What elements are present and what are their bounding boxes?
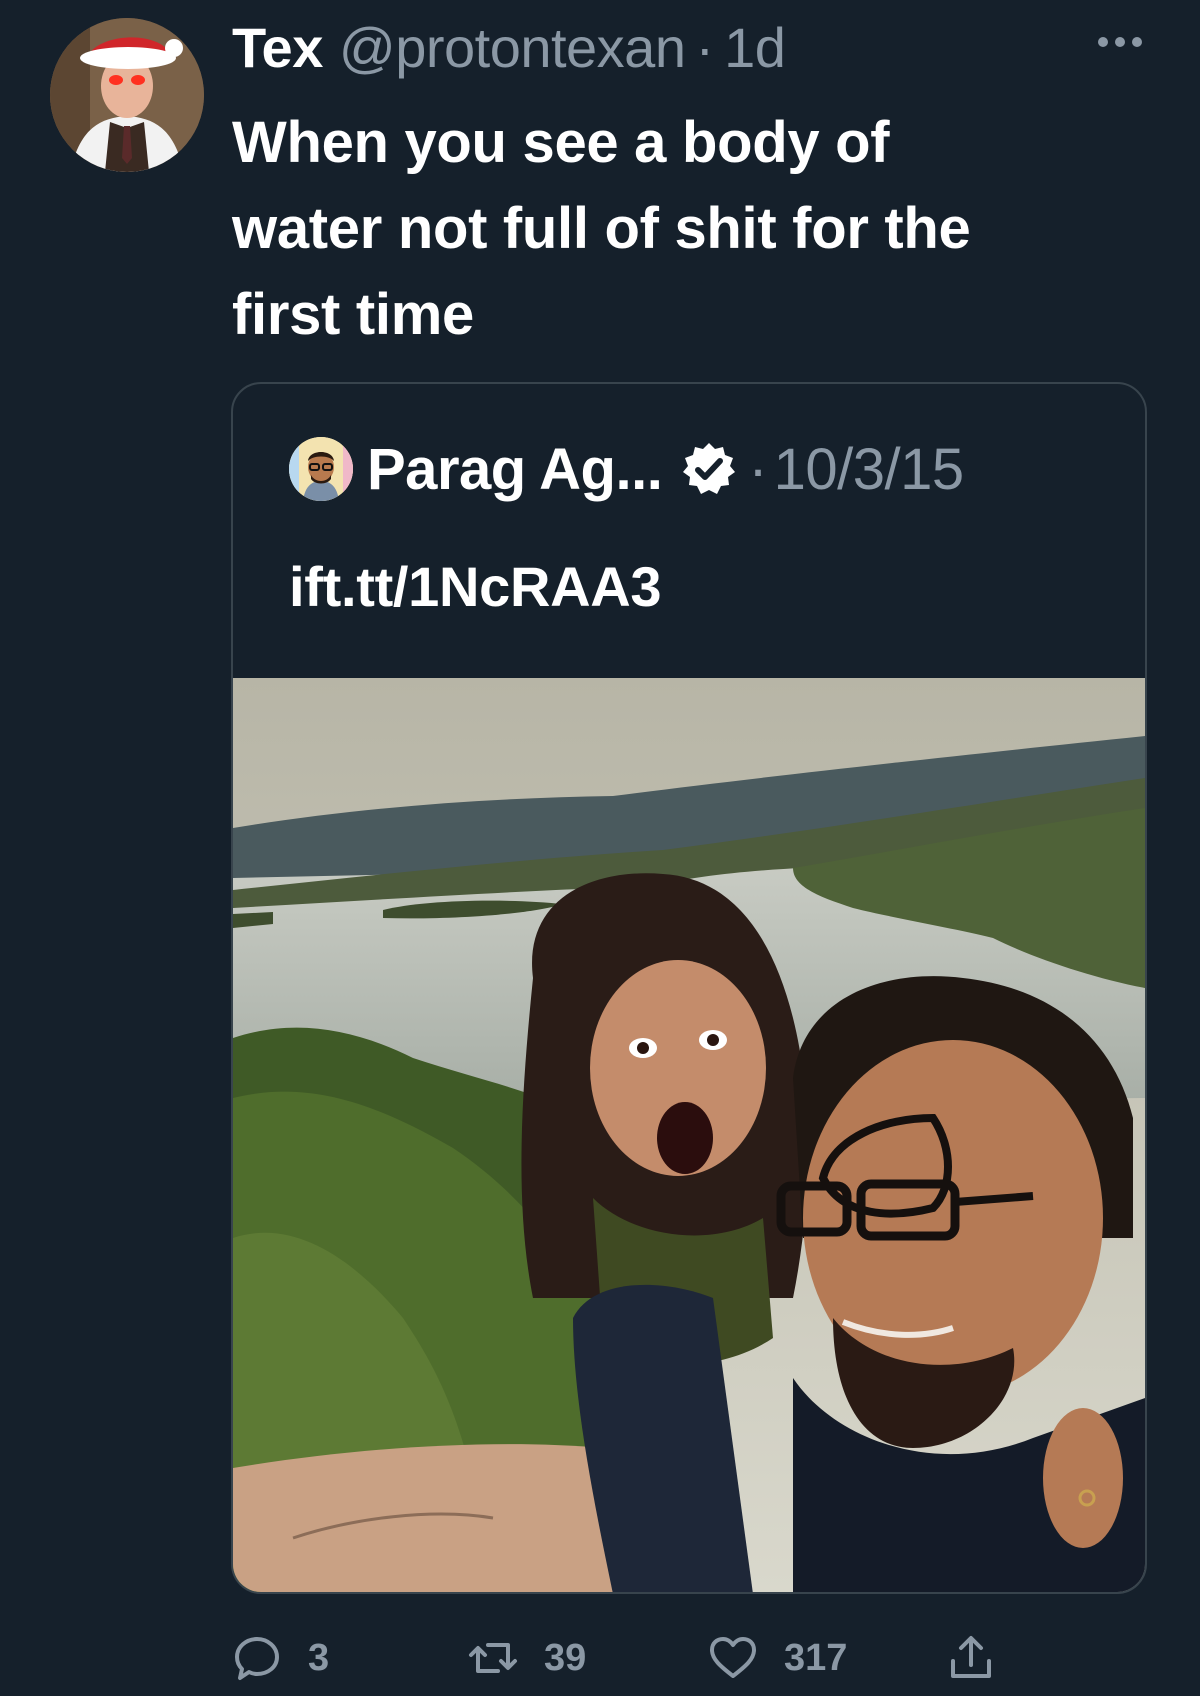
quoted-header-separator: · <box>748 436 768 502</box>
like-count: 317 <box>784 1636 848 1679</box>
like-icon <box>710 1637 756 1678</box>
tweet: Tex @protontexan · 1d When you see a bod… <box>0 0 1200 1696</box>
tweet-timestamp[interactable]: 1d <box>724 15 786 80</box>
tweet-header: Tex @protontexan · 1d <box>232 14 786 80</box>
quoted-tweet-date[interactable]: 10/3/15 <box>774 436 965 503</box>
reply-button[interactable]: 3 <box>232 1630 329 1686</box>
verified-icon <box>683 443 736 494</box>
author-avatar[interactable] <box>50 18 204 172</box>
share-button[interactable] <box>946 1630 996 1686</box>
quoted-author-avatar[interactable] <box>289 437 353 501</box>
author-handle[interactable]: @protontexan <box>339 15 686 80</box>
retweet-button[interactable]: 39 <box>468 1630 586 1686</box>
quoted-author-name[interactable]: Parag Ag... <box>367 436 663 503</box>
share-icon <box>951 1636 991 1678</box>
more-icon <box>1098 37 1142 47</box>
reply-count: 3 <box>308 1636 330 1679</box>
tweet-text-line: water not full of shit for the <box>232 196 971 261</box>
quoted-tweet-photo[interactable] <box>233 678 1145 1592</box>
header-separator: · <box>695 15 715 79</box>
tweet-text: When you see a body of water not full of… <box>232 100 1132 358</box>
retweet-icon <box>469 1643 517 1673</box>
tweet-text-line: When you see a body of <box>232 110 890 175</box>
tweet-actions: 3 39 317 <box>232 1630 1132 1690</box>
reply-icon <box>235 1637 279 1680</box>
tweet-text-line: first time <box>232 282 474 347</box>
retweet-count: 39 <box>544 1636 587 1679</box>
quoted-tweet-link[interactable]: ift.tt/1NcRAA3 <box>289 554 662 619</box>
like-button[interactable]: 317 <box>708 1630 847 1686</box>
author-name[interactable]: Tex <box>232 15 323 80</box>
quoted-tweet-card[interactable]: Parag Ag... · 10/3/15 ift.tt/1NcRAA3 <box>231 382 1147 1594</box>
quoted-tweet-header: Parag Ag... · 10/3/15 <box>289 436 964 502</box>
more-button[interactable] <box>1090 22 1150 62</box>
